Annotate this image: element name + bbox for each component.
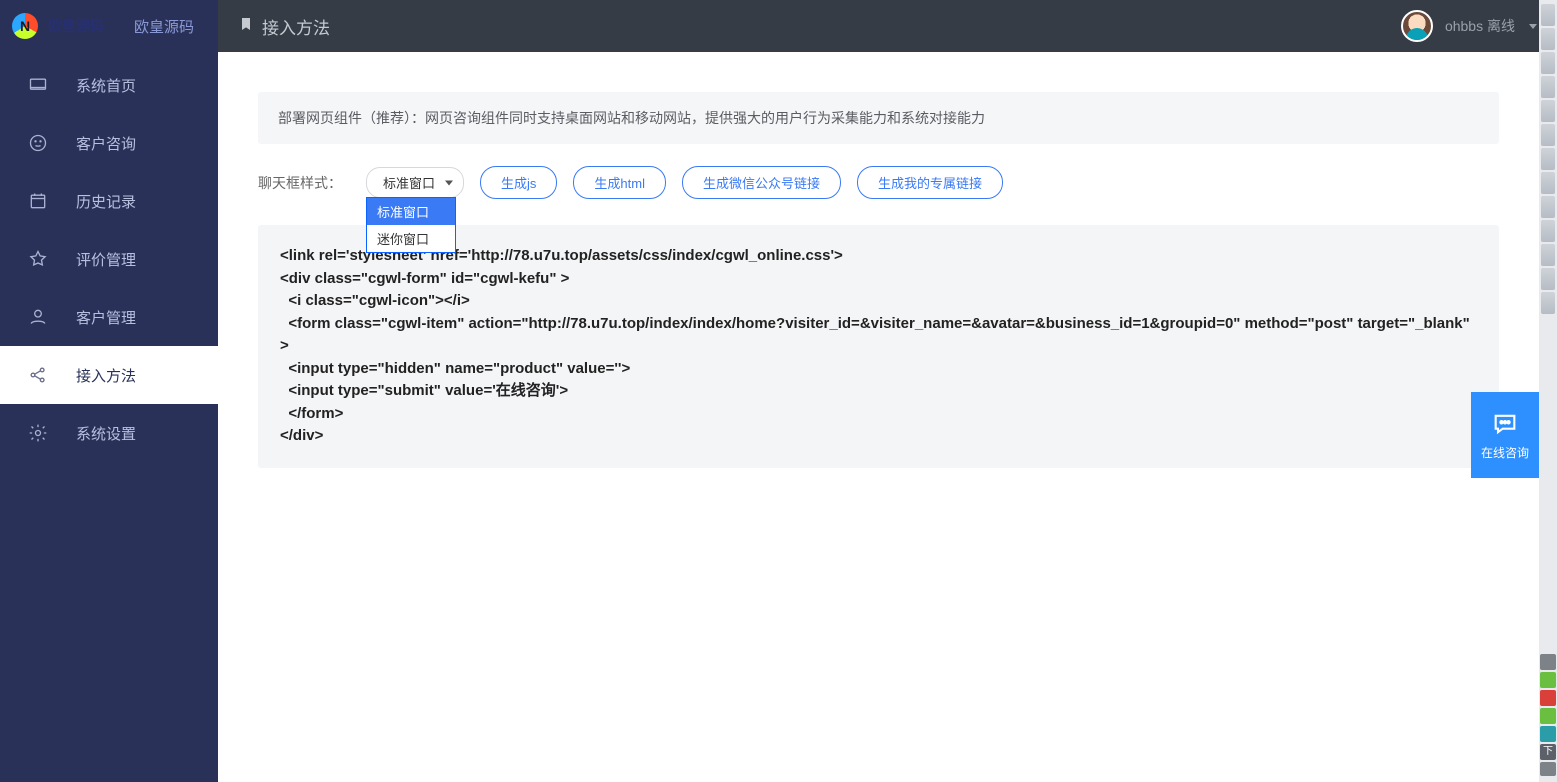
tray-icon[interactable] — [1540, 708, 1556, 724]
right-strip-top — [1541, 4, 1555, 314]
tray-icon[interactable] — [1540, 726, 1556, 742]
strip-thumb[interactable] — [1541, 244, 1555, 266]
online-consult-float[interactable]: 在线咨询 — [1471, 392, 1539, 478]
user-icon — [28, 307, 48, 327]
sidebar-item-customers[interactable]: 客户管理 — [0, 288, 218, 346]
avatar — [1401, 10, 1433, 42]
strip-thumb[interactable] — [1541, 124, 1555, 146]
controls-row: 聊天框样式： 标准窗口 标准窗口 迷你窗口 生成js 生成html 生成微信公众… — [258, 166, 1499, 199]
sidebar-item-label: 系统首页 — [76, 75, 136, 96]
topbar-user-area[interactable]: ohbbs 离线 — [1401, 10, 1537, 42]
sidebar-nav: 系统首页 客户咨询 历史记录 评价管理 客户管理 — [0, 56, 218, 462]
sidebar-item-label: 系统设置 — [76, 423, 136, 444]
chat-bubble-icon — [1491, 410, 1519, 438]
strip-thumb[interactable] — [1541, 76, 1555, 98]
sidebar-item-label: 评价管理 — [76, 249, 136, 270]
sidebar-item-access-method[interactable]: 接入方法 — [0, 346, 218, 404]
strip-thumb[interactable] — [1541, 52, 1555, 74]
download-icon[interactable]: 下 — [1540, 744, 1556, 760]
user-status-text: ohbbs 离线 — [1445, 16, 1515, 36]
right-strip-bottom: 下 — [1540, 654, 1556, 776]
strip-thumb[interactable] — [1541, 292, 1555, 314]
tray-icon[interactable] — [1540, 672, 1556, 688]
gen-my-link-button[interactable]: 生成我的专属链接 — [857, 166, 1003, 199]
star-icon — [28, 249, 48, 269]
logo-icon: N — [12, 13, 38, 39]
sidebar-item-label: 接入方法 — [76, 365, 136, 386]
strip-thumb[interactable] — [1541, 220, 1555, 242]
chat-style-dropdown[interactable]: 标准窗口 — [366, 167, 464, 198]
sidebar: N 欧皇源码 欧皇源码 系统首页 客户咨询 历史记录 评 — [0, 0, 218, 782]
online-consult-label: 在线咨询 — [1481, 444, 1529, 461]
sidebar-item-label: 客户咨询 — [76, 133, 136, 154]
gen-wechat-link-button[interactable]: 生成微信公众号链接 — [682, 166, 841, 199]
tray-icon[interactable] — [1540, 654, 1556, 670]
chat-style-label: 聊天框样式： — [258, 173, 342, 193]
notice-banner: 部署网页组件（推荐）：网页咨询组件同时支持桌面网站和移动网站，提供强大的用户行为… — [258, 92, 1499, 144]
page-title: 接入方法 — [238, 14, 330, 39]
strip-thumb[interactable] — [1541, 172, 1555, 194]
right-edge-strip: 下 — [1539, 0, 1557, 782]
dropdown-option-standard[interactable]: 标准窗口 — [367, 198, 455, 225]
calendar-icon — [28, 191, 48, 211]
strip-thumb[interactable] — [1541, 28, 1555, 50]
dropdown-option-mini[interactable]: 迷你窗口 — [367, 225, 455, 252]
page-title-text: 接入方法 — [262, 14, 330, 39]
sidebar-item-label: 客户管理 — [76, 307, 136, 328]
smile-icon — [28, 133, 48, 153]
sidebar-item-settings[interactable]: 系统设置 — [0, 404, 218, 462]
gen-js-button[interactable]: 生成js — [480, 166, 557, 199]
logo-label: 欧皇源码 — [48, 16, 104, 36]
bookmark-icon — [238, 16, 254, 37]
gen-html-button[interactable]: 生成html — [573, 166, 666, 199]
strip-thumb[interactable] — [1541, 100, 1555, 122]
main-content: 部署网页组件（推荐）：网页咨询组件同时支持桌面网站和移动网站，提供强大的用户行为… — [218, 52, 1539, 782]
chat-style-dropdown-wrap: 标准窗口 标准窗口 迷你窗口 — [366, 167, 464, 198]
sidebar-header: N 欧皇源码 欧皇源码 — [0, 0, 218, 52]
code-output[interactable]: <link rel='stylesheet' href='http://78.u… — [258, 225, 1499, 468]
monitor-icon — [28, 75, 48, 95]
topbar: 接入方法 ohbbs 离线 — [218, 0, 1557, 52]
chat-style-dropdown-options: 标准窗口 迷你窗口 — [366, 197, 456, 253]
speaker-icon[interactable] — [1540, 762, 1556, 776]
sidebar-item-review[interactable]: 评价管理 — [0, 230, 218, 288]
sidebar-item-consult[interactable]: 客户咨询 — [0, 114, 218, 172]
sidebar-logo-area: N 欧皇源码 — [12, 13, 104, 39]
tray-icon[interactable] — [1540, 690, 1556, 706]
share-icon — [28, 365, 48, 385]
strip-thumb[interactable] — [1541, 268, 1555, 290]
strip-thumb[interactable] — [1541, 196, 1555, 218]
chevron-down-icon — [1529, 24, 1537, 29]
sidebar-item-history[interactable]: 历史记录 — [0, 172, 218, 230]
strip-thumb[interactable] — [1541, 148, 1555, 170]
gear-icon — [28, 423, 48, 443]
strip-thumb[interactable] — [1541, 4, 1555, 26]
sidebar-brand-title: 欧皇源码 — [134, 16, 194, 37]
sidebar-item-label: 历史记录 — [76, 191, 136, 212]
sidebar-item-home[interactable]: 系统首页 — [0, 56, 218, 114]
